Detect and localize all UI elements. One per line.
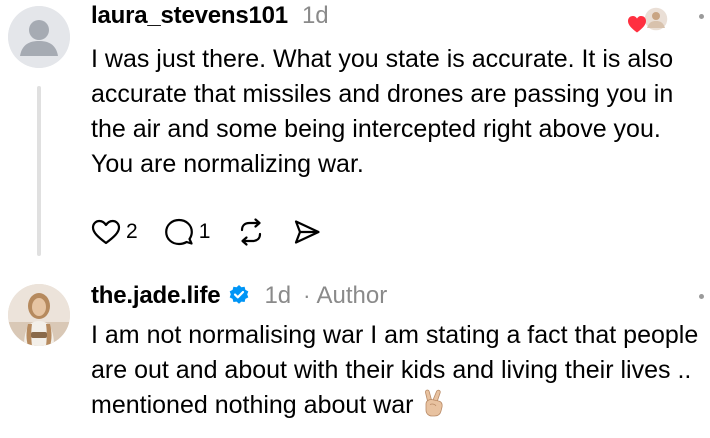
default-avatar-icon [8, 6, 70, 68]
reply-count: 1 [198, 220, 211, 243]
username[interactable]: the.jade.life [91, 282, 221, 310]
like-count: 2 [126, 220, 138, 243]
separator-dot: · [303, 283, 311, 308]
timestamp: 1d [264, 282, 292, 309]
send-icon [295, 220, 320, 244]
comment-thread: laura_stevens101 1d I was just there. Wh… [0, 0, 710, 438]
verified-badge-icon [230, 285, 249, 304]
comment-text-content: I am not normalising war I am stating a … [91, 321, 699, 419]
timestamp: 1d [301, 2, 329, 29]
victory-hand-emoji [425, 389, 443, 417]
liked-by-author [628, 6, 670, 34]
heart-with-avatar-icon [628, 6, 669, 33]
heart-icon [91, 219, 121, 245]
profile-photo [8, 284, 70, 346]
more-dots-icon[interactable] [699, 14, 704, 19]
username[interactable]: laura_stevens101 [91, 2, 288, 30]
comment-header: the.jade.life 1d · Author [91, 281, 387, 315]
comment: the.jade.life 1d · Author I am not norma… [0, 270, 710, 438]
comment-text: I was just there. What you state is accu… [91, 45, 674, 178]
author-tag: Author [316, 282, 388, 309]
like-button[interactable]: 2 [91, 218, 138, 246]
comment: laura_stevens101 1d I was just there. Wh… [0, 0, 710, 270]
avatar[interactable] [8, 6, 70, 68]
repost-icon [241, 218, 262, 246]
more-dots-icon[interactable] [699, 294, 704, 299]
action-bar: 2 1 [91, 214, 348, 250]
repost-button[interactable] [236, 217, 266, 247]
reply-button[interactable]: 1 [164, 217, 211, 247]
comment-header: laura_stevens101 1d [91, 2, 329, 36]
speech-bubble-icon [164, 218, 193, 246]
avatar[interactable] [8, 284, 70, 346]
thread-line [37, 86, 41, 256]
share-button[interactable] [292, 217, 322, 247]
comment-text: I am not normalising war I am stating a … [91, 318, 703, 423]
